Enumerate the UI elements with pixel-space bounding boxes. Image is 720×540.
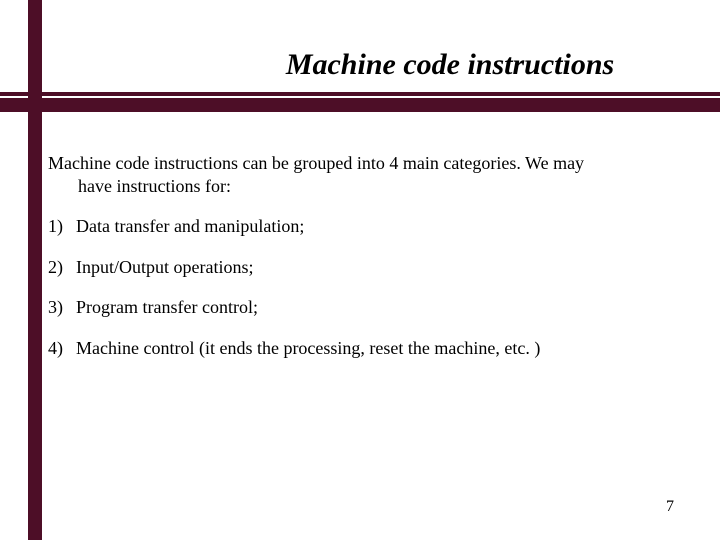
list-item-text: Input/Output operations; [76,256,253,279]
list-item-text: Machine control (it ends the processing,… [76,337,540,360]
list-item: 3) Program transfer control; [48,296,672,319]
intro-line-2: have instructions for: [48,175,672,198]
list-item-number: 3) [48,296,76,319]
list-item-number: 2) [48,256,76,279]
list-item-text: Data transfer and manipulation; [76,215,304,238]
list-item-text: Program transfer control; [76,296,258,319]
list-item-number: 1) [48,215,76,238]
list-item: 1) Data transfer and manipulation; [48,215,672,238]
slide: Machine code instructions Machine code i… [0,0,720,540]
slide-title: Machine code instructions [0,48,720,82]
intro-line-1: Machine code instructions can be grouped… [48,153,584,173]
category-list: 1) Data transfer and manipulation; 2) In… [48,215,672,359]
page-number: 7 [666,498,674,516]
slide-body: Machine code instructions can be grouped… [48,152,672,377]
list-item: 2) Input/Output operations; [48,256,672,279]
intro-paragraph: Machine code instructions can be grouped… [48,152,672,197]
horizontal-accent-bar-thick [0,98,720,112]
list-item-number: 4) [48,337,76,360]
horizontal-accent-bar-thin [0,92,720,96]
list-item: 4) Machine control (it ends the processi… [48,337,672,360]
